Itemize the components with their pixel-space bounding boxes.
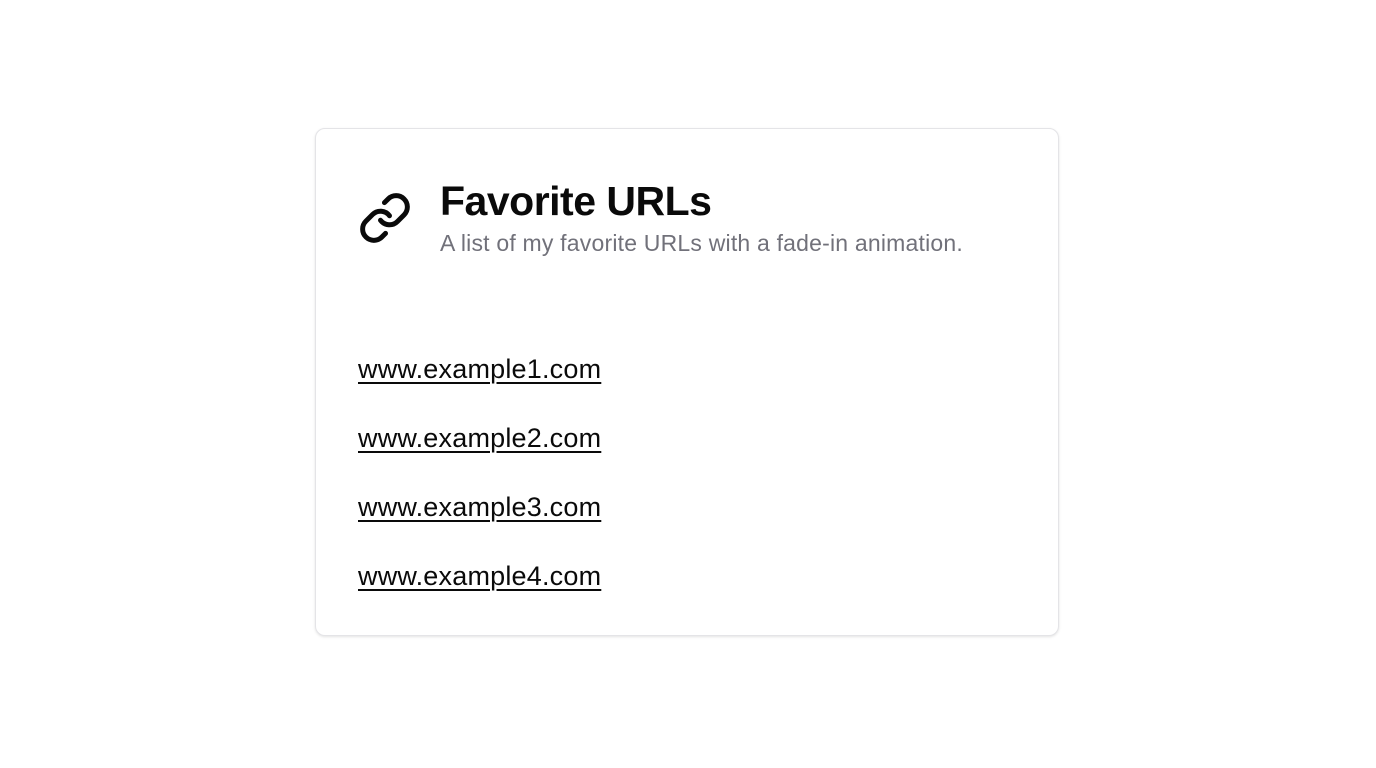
url-link-4[interactable]: www.example4.com [358, 561, 601, 591]
link-icon [358, 191, 412, 245]
card-header: Favorite URLs A list of my favorite URLs… [358, 179, 963, 257]
list-item: www.example1.com [358, 351, 601, 420]
list-item: www.example4.com [358, 558, 601, 627]
card-subtitle: A list of my favorite URLs with a fade-i… [440, 230, 964, 256]
list-item: www.example2.com [358, 420, 601, 489]
card-title: Favorite URLs [440, 178, 712, 224]
url-link-1[interactable]: www.example1.com [358, 354, 601, 384]
url-link-2[interactable]: www.example2.com [358, 423, 601, 453]
list-item: www.example3.com [358, 489, 601, 558]
url-link-3[interactable]: www.example3.com [358, 492, 601, 522]
url-list: www.example1.com www.example2.com www.ex… [358, 351, 601, 627]
card-titles: Favorite URLs A list of my favorite URLs… [440, 179, 963, 257]
favorite-urls-card: Favorite URLs A list of my favorite URLs… [315, 128, 1059, 636]
